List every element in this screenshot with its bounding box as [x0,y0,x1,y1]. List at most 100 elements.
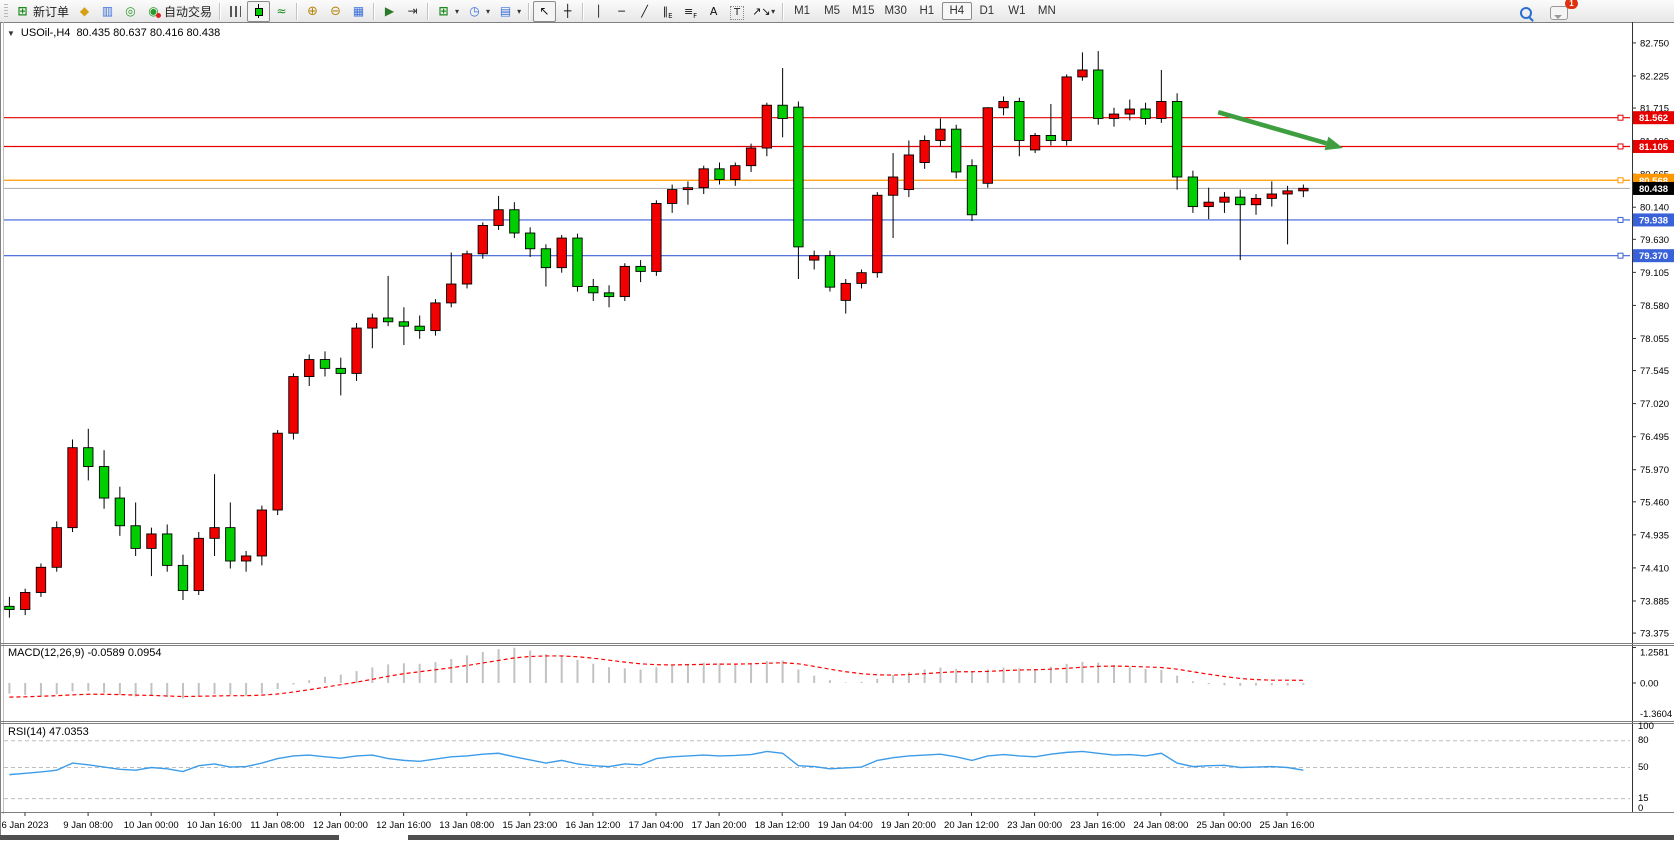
svg-text:82.750: 82.750 [1640,38,1669,49]
macd-label: MACD(12,26,9) -0.0589 0.0954 [8,647,161,659]
svg-text:10 Jan 16:00: 10 Jan 16:00 [187,820,242,831]
autotrading-label: 自动交易 [164,3,212,20]
svg-text:74.410: 74.410 [1640,563,1669,574]
chart-symbol-period: USOil-,H4 [21,27,71,39]
text-label-icon: T [730,6,744,20]
fibonacci-icon: ≡F [683,4,698,19]
collapse-icon[interactable]: ▼ [7,29,15,38]
data-window-button[interactable]: ▥ [96,1,119,22]
search-button[interactable] [1516,2,1536,23]
text-tool-button[interactable]: A [702,1,725,22]
timeframe-button-M15[interactable]: M15 [847,2,879,20]
auto-scroll-button[interactable]: ▶ [378,1,401,22]
separator [296,3,298,20]
indicators-button[interactable]: ⊞ ▾ [432,1,463,22]
timeframe-group: M1M5M15M30H1H4D1W1MN [787,2,1062,20]
svg-text:-1.3604: -1.3604 [1640,709,1672,720]
svg-text:79.938: 79.938 [1639,215,1668,226]
svg-text:11 Jan 08:00: 11 Jan 08:00 [250,820,304,831]
price-line-label[interactable]: 81.105 [1633,140,1674,153]
market-watch-button[interactable]: ◆ [73,1,96,22]
trendline-tool-button[interactable]: ╱ [633,1,656,22]
new-order-icon: ⊞ [15,4,30,19]
bottom-panel-edge [408,835,1674,840]
autotrading-button[interactable]: ◉ 自动交易 [142,1,216,22]
separator [373,3,375,20]
svg-text:50: 50 [1638,762,1649,773]
svg-text:77.020: 77.020 [1640,399,1669,410]
toolbar-grip[interactable] [4,4,8,19]
candlestick-chart-icon [251,4,266,19]
vertical-line-tool-button[interactable]: │ [587,1,610,22]
svg-text:0: 0 [1638,803,1643,814]
candlestick-chart-button[interactable] [247,1,270,22]
zoom-out-button[interactable]: ⊖ [324,1,347,22]
svg-text:80.140: 80.140 [1640,203,1669,214]
tile-windows-icon: ▦ [351,4,366,19]
new-order-button[interactable]: ⊞ 新订单 [11,1,73,22]
timeframe-button-W1[interactable]: W1 [1002,2,1032,20]
svg-text:17 Jan 04:00: 17 Jan 04:00 [629,820,684,831]
timeframe-button-M5[interactable]: M5 [817,2,847,20]
separator [219,3,221,20]
auto-scroll-icon: ▶ [382,4,397,19]
zoom-in-icon: ⊕ [305,4,320,19]
timeframe-button-H4[interactable]: H4 [942,2,972,20]
channel-tool-button[interactable]: ∥E [656,1,679,22]
timeframe-button-M1[interactable]: M1 [787,2,817,20]
svg-text:25 Jan 00:00: 25 Jan 00:00 [1196,820,1251,831]
notifications-button[interactable]: 1 [1546,2,1572,23]
bottom-panel-edge [0,835,339,840]
new-order-label: 新订单 [33,3,69,20]
trendline-icon: ╱ [637,4,652,19]
autotrading-icon: ◉ [146,4,161,19]
line-chart-button[interactable]: ≈ [270,1,293,22]
arrows-icon: ↗↘ [752,4,767,19]
arrows-tool-button[interactable]: ↗↘ ▾ [748,1,779,22]
templates-button[interactable]: ▤ ▾ [494,1,525,22]
chart-shift-button[interactable]: ⇥ [401,1,424,22]
price-line-label[interactable]: 79.938 [1633,213,1674,226]
timeframe-button-M30[interactable]: M30 [879,2,911,20]
timeframe-button-MN[interactable]: MN [1032,2,1062,20]
timeframe-button-H1[interactable]: H1 [912,2,942,20]
indicators-icon: ⊞ [436,4,451,19]
toolbar-right: 1 [1516,2,1572,23]
horizontal-line-tool-button[interactable]: ─ [610,1,633,22]
svg-text:81.105: 81.105 [1639,142,1669,153]
navigator-button[interactable]: ◎ [119,1,142,22]
separator [582,3,584,20]
chevron-down-icon: ▾ [455,7,459,16]
separator [427,3,429,20]
market-watch-icon: ◆ [77,4,92,19]
svg-text:10 Jan 00:00: 10 Jan 00:00 [124,820,179,831]
rsi-label: RSI(14) 47.0353 [8,726,89,738]
zoom-in-button[interactable]: ⊕ [301,1,324,22]
timeframe-button-D1[interactable]: D1 [972,2,1002,20]
chevron-down-icon: ▾ [517,7,521,16]
svg-text:73.885: 73.885 [1640,596,1669,607]
fibonacci-tool-button[interactable]: ≡F [679,1,702,22]
notification-badge: 1 [1565,0,1578,9]
tile-windows-button[interactable]: ▦ [347,1,370,22]
bar-chart-button[interactable] [224,1,247,22]
crosshair-tool-button[interactable]: ┼ [556,1,579,22]
price-line-label[interactable]: 80.438 [1633,182,1674,195]
periods-button[interactable]: ◷ ▾ [463,1,494,22]
svg-text:80.438: 80.438 [1639,184,1668,195]
price-line-label[interactable]: 81.562 [1633,111,1674,124]
price-chart[interactable]: 82.75082.22581.71581.19080.66580.14079.6… [0,22,1674,840]
price-line-label[interactable]: 79.370 [1633,249,1674,262]
navigator-icon: ◎ [123,4,138,19]
svg-text:13 Jan 08:00: 13 Jan 08:00 [439,820,494,831]
chat-bubble-icon [1550,6,1568,20]
text-label-tool-button[interactable]: T [725,1,748,22]
svg-text:24 Jan 08:00: 24 Jan 08:00 [1133,820,1188,831]
svg-text:19 Jan 20:00: 19 Jan 20:00 [881,820,936,831]
cursor-tool-button[interactable]: ↖ [533,1,556,22]
svg-text:80: 80 [1638,735,1649,746]
svg-text:82.225: 82.225 [1640,71,1669,82]
chart-title: ▼ USOil-,H4 80.435 80.637 80.416 80.438 [7,27,220,39]
svg-text:25 Jan 16:00: 25 Jan 16:00 [1260,820,1315,831]
svg-text:74.935: 74.935 [1640,530,1669,541]
